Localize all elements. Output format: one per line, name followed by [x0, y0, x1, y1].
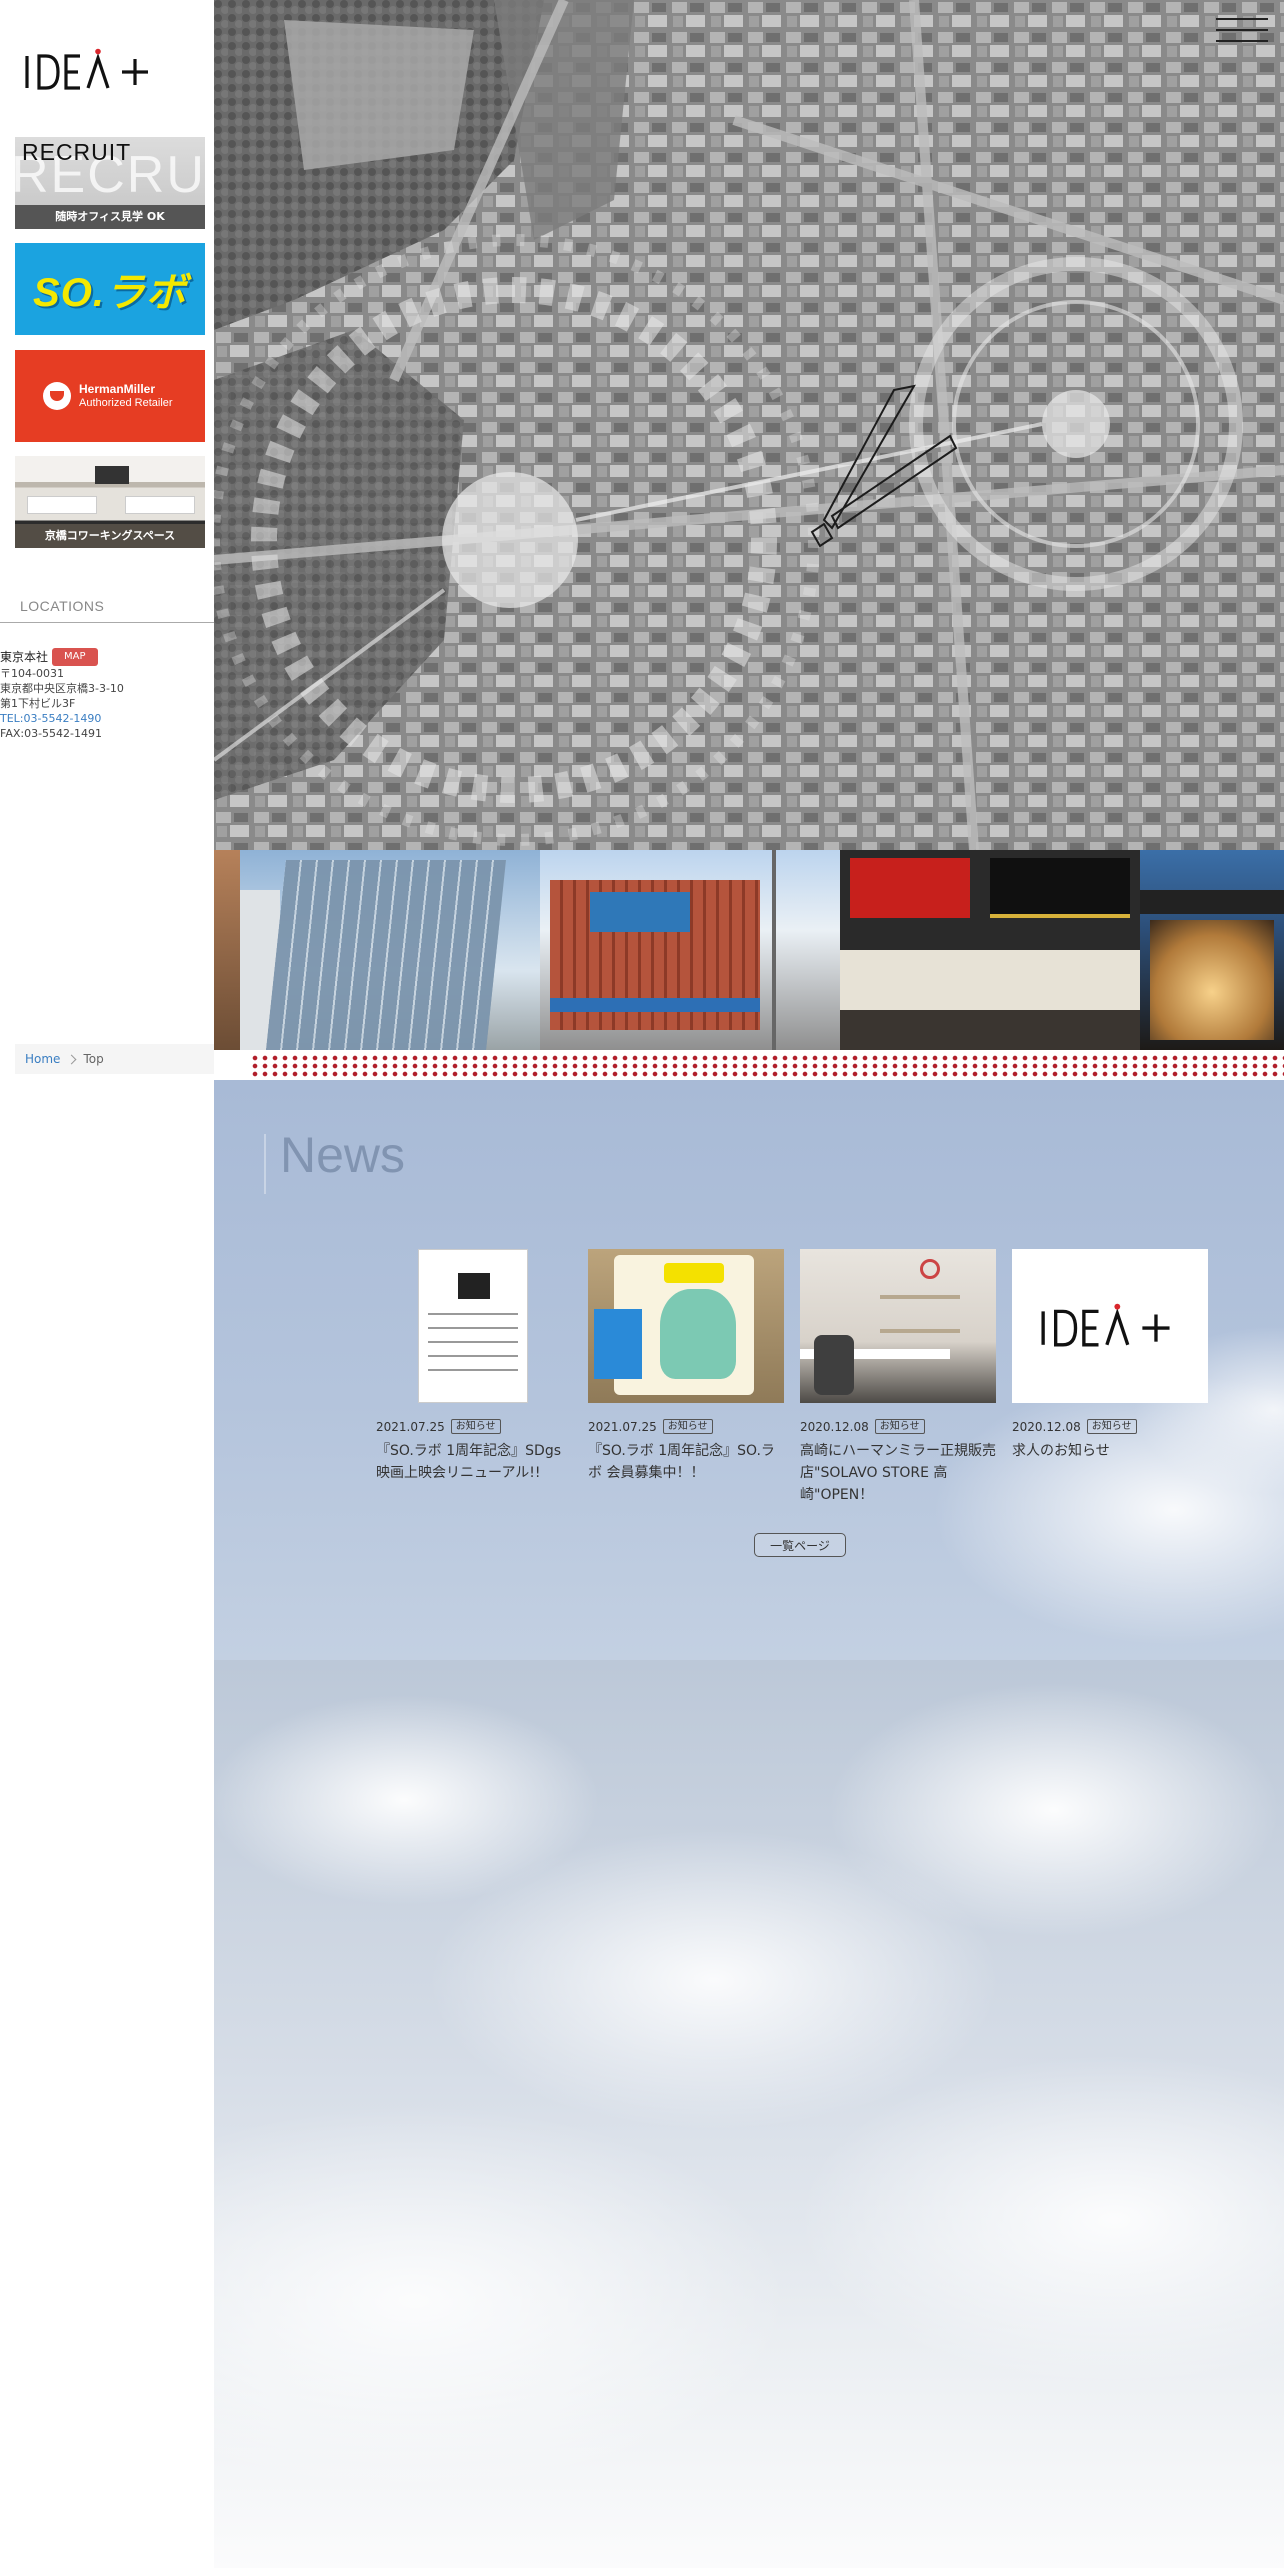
hamburger-icon-line	[1216, 18, 1268, 20]
photo-counter	[840, 950, 1140, 1010]
news-date: 2020.12.08	[1012, 1419, 1081, 1434]
recruit-banner-caption: 随時オフィス見学 OK	[15, 205, 205, 229]
breadcrumb: Home Top	[15, 1044, 214, 1074]
coworking-banner[interactable]: 京橋コワーキングスペース	[15, 456, 205, 548]
news-thumbnail-flyer	[594, 1309, 642, 1379]
photo-roof	[1140, 890, 1284, 914]
news-thumbnail-text-line	[428, 1369, 518, 1371]
dot-pattern-divider	[214, 1050, 1284, 1080]
news-date: 2020.12.08	[800, 1419, 869, 1434]
clapperboard-icon	[458, 1273, 490, 1299]
photo-slide[interactable]	[214, 850, 240, 1050]
coworking-banner-photo-desk	[27, 496, 97, 514]
dot-pattern	[250, 1054, 1284, 1078]
photo-sign	[850, 858, 970, 918]
news-thumbnail-logo	[1041, 1303, 1170, 1347]
news-meta: 2021.07.25 お知らせ	[588, 1419, 784, 1434]
news-headline[interactable]: 求人のお知らせ	[1012, 1440, 1208, 1462]
clock-icon	[920, 1259, 940, 1279]
sidebar: RECRUIT RECRUIT 随時オフィス見学 OK SO.ラボ Herman…	[0, 0, 214, 2568]
news-thumbnail-shelf	[880, 1329, 960, 1333]
news-thumbnail-text-line	[428, 1327, 518, 1329]
locations-divider	[0, 622, 214, 623]
news-title-bar	[264, 1134, 266, 1194]
news-thumbnail[interactable]	[588, 1249, 784, 1403]
photo-slide[interactable]	[240, 850, 540, 1050]
news-section: News 2021.07.25 お知らせ 『SO.ラボ 1周年記念』SDgs映画…	[214, 1080, 1284, 1660]
news-thumbnail[interactable]	[376, 1249, 572, 1403]
photo-sign	[590, 892, 690, 932]
news-date: 2021.07.25	[376, 1419, 445, 1434]
news-thumbnail-map	[660, 1289, 736, 1379]
photo-pole	[772, 850, 776, 1050]
office-info: 東京本社 MAP 〒104-0031 東京都中央区京橋3-3-10 第1下村ビル…	[0, 648, 124, 741]
hamburger-icon-line	[1216, 40, 1268, 42]
news-category-tag: お知らせ	[1086, 1419, 1137, 1434]
office-name: 東京本社	[0, 649, 49, 664]
news-meta: 2021.07.25 お知らせ	[376, 1419, 572, 1434]
hermanmiller-banner[interactable]: HermanMiller Authorized Retailer	[15, 350, 205, 442]
news-date: 2021.07.25	[588, 1419, 657, 1434]
news-thumbnail-logo	[664, 1263, 724, 1283]
news-thumbnail-text-line	[428, 1355, 518, 1357]
coworking-banner-photo-desk	[125, 496, 195, 514]
news-thumbnail[interactable]	[800, 1249, 996, 1403]
news-list-button[interactable]: 一覧ページ	[754, 1533, 846, 1557]
office-address-line2: 第1下村ビル3F	[0, 697, 76, 710]
chevron-right-icon	[66, 1054, 77, 1064]
news-headline[interactable]: 『SO.ラボ 1周年記念』SDgs映画上映会リニューアル!!	[376, 1440, 572, 1484]
news-thumbnail-text-line	[428, 1341, 518, 1343]
office-address-line1: 東京都中央区京橋3-3-10	[0, 682, 124, 695]
site-logo[interactable]	[24, 48, 158, 92]
photo-sign	[990, 858, 1130, 918]
photo-strip	[214, 850, 1284, 1050]
solabo-banner-logo: SO.ラボ	[33, 271, 187, 315]
photo-slide[interactable]	[840, 850, 1140, 1050]
hero-aerial-illustration	[214, 0, 1284, 850]
breadcrumb-home-link[interactable]: Home	[25, 1052, 60, 1066]
coworking-banner-caption: 京橋コワーキングスペース	[15, 524, 205, 548]
news-category-tag: お知らせ	[450, 1419, 501, 1434]
hermanmiller-banner-subtitle: Authorized Retailer	[79, 397, 173, 409]
office-name-row: 東京本社 MAP	[0, 648, 124, 666]
hero-aerial-map	[214, 0, 1284, 850]
news-card[interactable]: 2021.07.25 お知らせ 『SO.ラボ 1周年記念』SDgs映画上映会リニ…	[376, 1249, 572, 1484]
locations-heading: LOCATIONS	[20, 598, 105, 614]
hermanmiller-banner-brand: HermanMiller	[79, 382, 156, 396]
office-postal-code: 〒104-0031	[0, 667, 64, 680]
sky-background	[214, 1660, 1284, 2568]
news-headline[interactable]: 『SO.ラボ 1周年記念』SO.ラボ 会員募集中！！	[588, 1440, 784, 1484]
news-thumbnail-chair	[814, 1335, 854, 1395]
news-category-tag: お知らせ	[662, 1419, 713, 1434]
news-card[interactable]: 2020.12.08 お知らせ 求人のお知らせ	[1012, 1249, 1208, 1462]
news-card[interactable]: 2020.12.08 お知らせ 高崎にハーマンミラー正規販売店"SOLAVO S…	[800, 1249, 996, 1506]
news-thumbnail-text-line	[428, 1313, 518, 1315]
photo-floor	[840, 1010, 1140, 1050]
hermanmiller-logo-icon	[43, 382, 71, 410]
photo-building	[266, 860, 506, 1050]
coworking-banner-photo-screen	[95, 466, 129, 484]
news-category-tag: お知らせ	[874, 1419, 925, 1434]
office-tel-link[interactable]: TEL:03-5542-1490	[0, 712, 101, 725]
recruit-banner[interactable]: RECRUIT RECRUIT 随時オフィス見学 OK	[15, 137, 205, 229]
photo-storefront	[1150, 920, 1274, 1040]
solabo-banner[interactable]: SO.ラボ	[15, 243, 205, 335]
logo-mark	[25, 48, 148, 90]
news-meta: 2020.12.08 お知らせ	[800, 1419, 996, 1434]
news-thumbnail-shelf	[880, 1295, 960, 1299]
news-card[interactable]: 2021.07.25 お知らせ 『SO.ラボ 1周年記念』SO.ラボ 会員募集中…	[588, 1249, 784, 1484]
news-thumbnail[interactable]	[1012, 1249, 1208, 1403]
office-fax: FAX:03-5542-1491	[0, 727, 103, 740]
hamburger-icon-line	[1216, 29, 1268, 31]
news-headline[interactable]: 高崎にハーマンミラー正規販売店"SOLAVO STORE 高崎"OPEN！	[800, 1440, 996, 1506]
news-meta: 2020.12.08 お知らせ	[1012, 1419, 1208, 1434]
photo-awning	[550, 998, 760, 1012]
menu-button[interactable]	[1216, 18, 1268, 44]
news-title: News	[280, 1127, 406, 1183]
recruit-banner-title: RECRUIT	[22, 139, 132, 165]
photo-slide[interactable]	[1140, 850, 1284, 1050]
photo-slide[interactable]	[540, 850, 840, 1050]
map-button[interactable]: MAP	[52, 648, 98, 666]
breadcrumb-current: Top	[83, 1052, 104, 1066]
